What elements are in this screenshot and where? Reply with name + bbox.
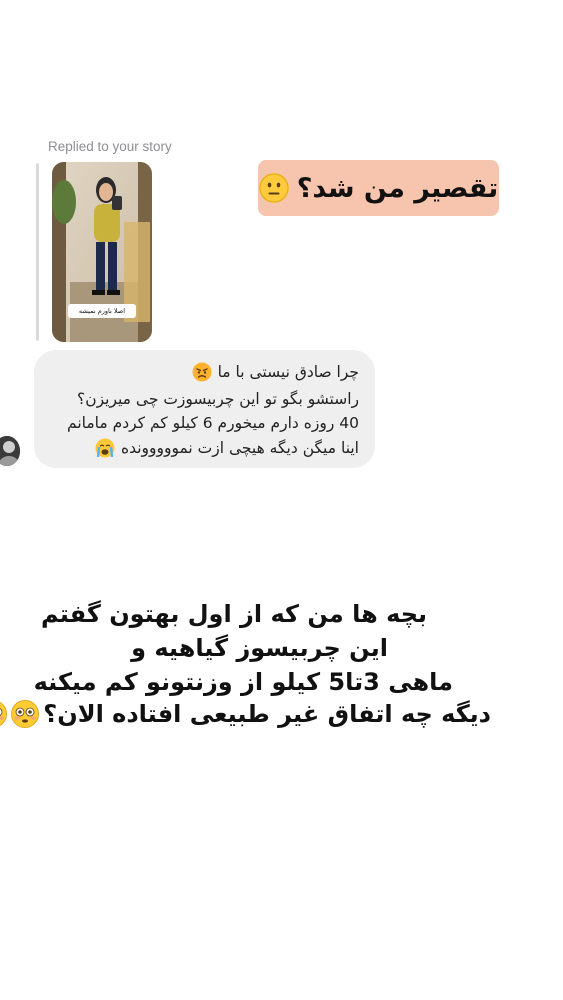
caption-line-4-text: دیگه چه اتفاق غیر طبیعی افتاده الان؟: [43, 700, 491, 728]
message-bubble[interactable]: چرا صادق نیستی با ما راستشو بگو تو این چ…: [34, 350, 375, 468]
replied-to-story-label: Replied to your story: [48, 139, 172, 154]
flushed-face-icon: [11, 700, 40, 728]
message-line-4-text: اینا میگن دیگه هیچی ازت نمووووونده: [120, 439, 359, 457]
message-line-4: اینا میگن دیگه هیچی ازت نمووووونده: [95, 438, 359, 458]
loudly-crying-face-icon: [95, 438, 115, 458]
message-line-2: راستشو بگو تو این چربیسوزت چی میریزن؟: [77, 390, 359, 408]
message-line-1-text: چرا صادق نیستی با ما: [217, 363, 359, 381]
message-line-2-text: راستشو بگو تو این چربیسوزت چی میریزن؟: [76, 390, 359, 408]
caption-line-1: بچه ها من که از اول بهتون گفتم: [40, 600, 427, 628]
flushed-face-icon: [0, 701, 8, 727]
sticker-text: تقصیر من شد؟: [296, 172, 499, 204]
story-caption-sticker: اصلا باورم نمیشه: [78, 307, 126, 315]
angry-face-icon: [192, 362, 212, 382]
message-line-1: چرا صادق نیستی با ما: [192, 362, 359, 382]
avatar[interactable]: [0, 436, 20, 466]
story-reply-sticker: تقصیر من شد؟: [258, 160, 499, 216]
message-line-3-text: 40 روزه دارم میخورم 6 کیلو کم کردم مامان…: [67, 414, 359, 432]
reply-indicator-bar: [36, 163, 39, 341]
message-line-3: 40 روزه دارم میخورم 6 کیلو کم کردم مامان…: [67, 414, 359, 432]
caption-line-2: این چربیسوز گیاهیه و: [131, 634, 388, 662]
story-thumbnail[interactable]: اصلا باورم نمیشه: [52, 162, 152, 342]
caption-line-3: ماهی 3تا5 کیلو از وزنتونو کم میکنه: [33, 668, 453, 696]
neutral-face-icon: [258, 173, 289, 203]
caption-line-4: دیگه چه اتفاق غیر طبیعی افتاده الان؟: [0, 700, 491, 728]
